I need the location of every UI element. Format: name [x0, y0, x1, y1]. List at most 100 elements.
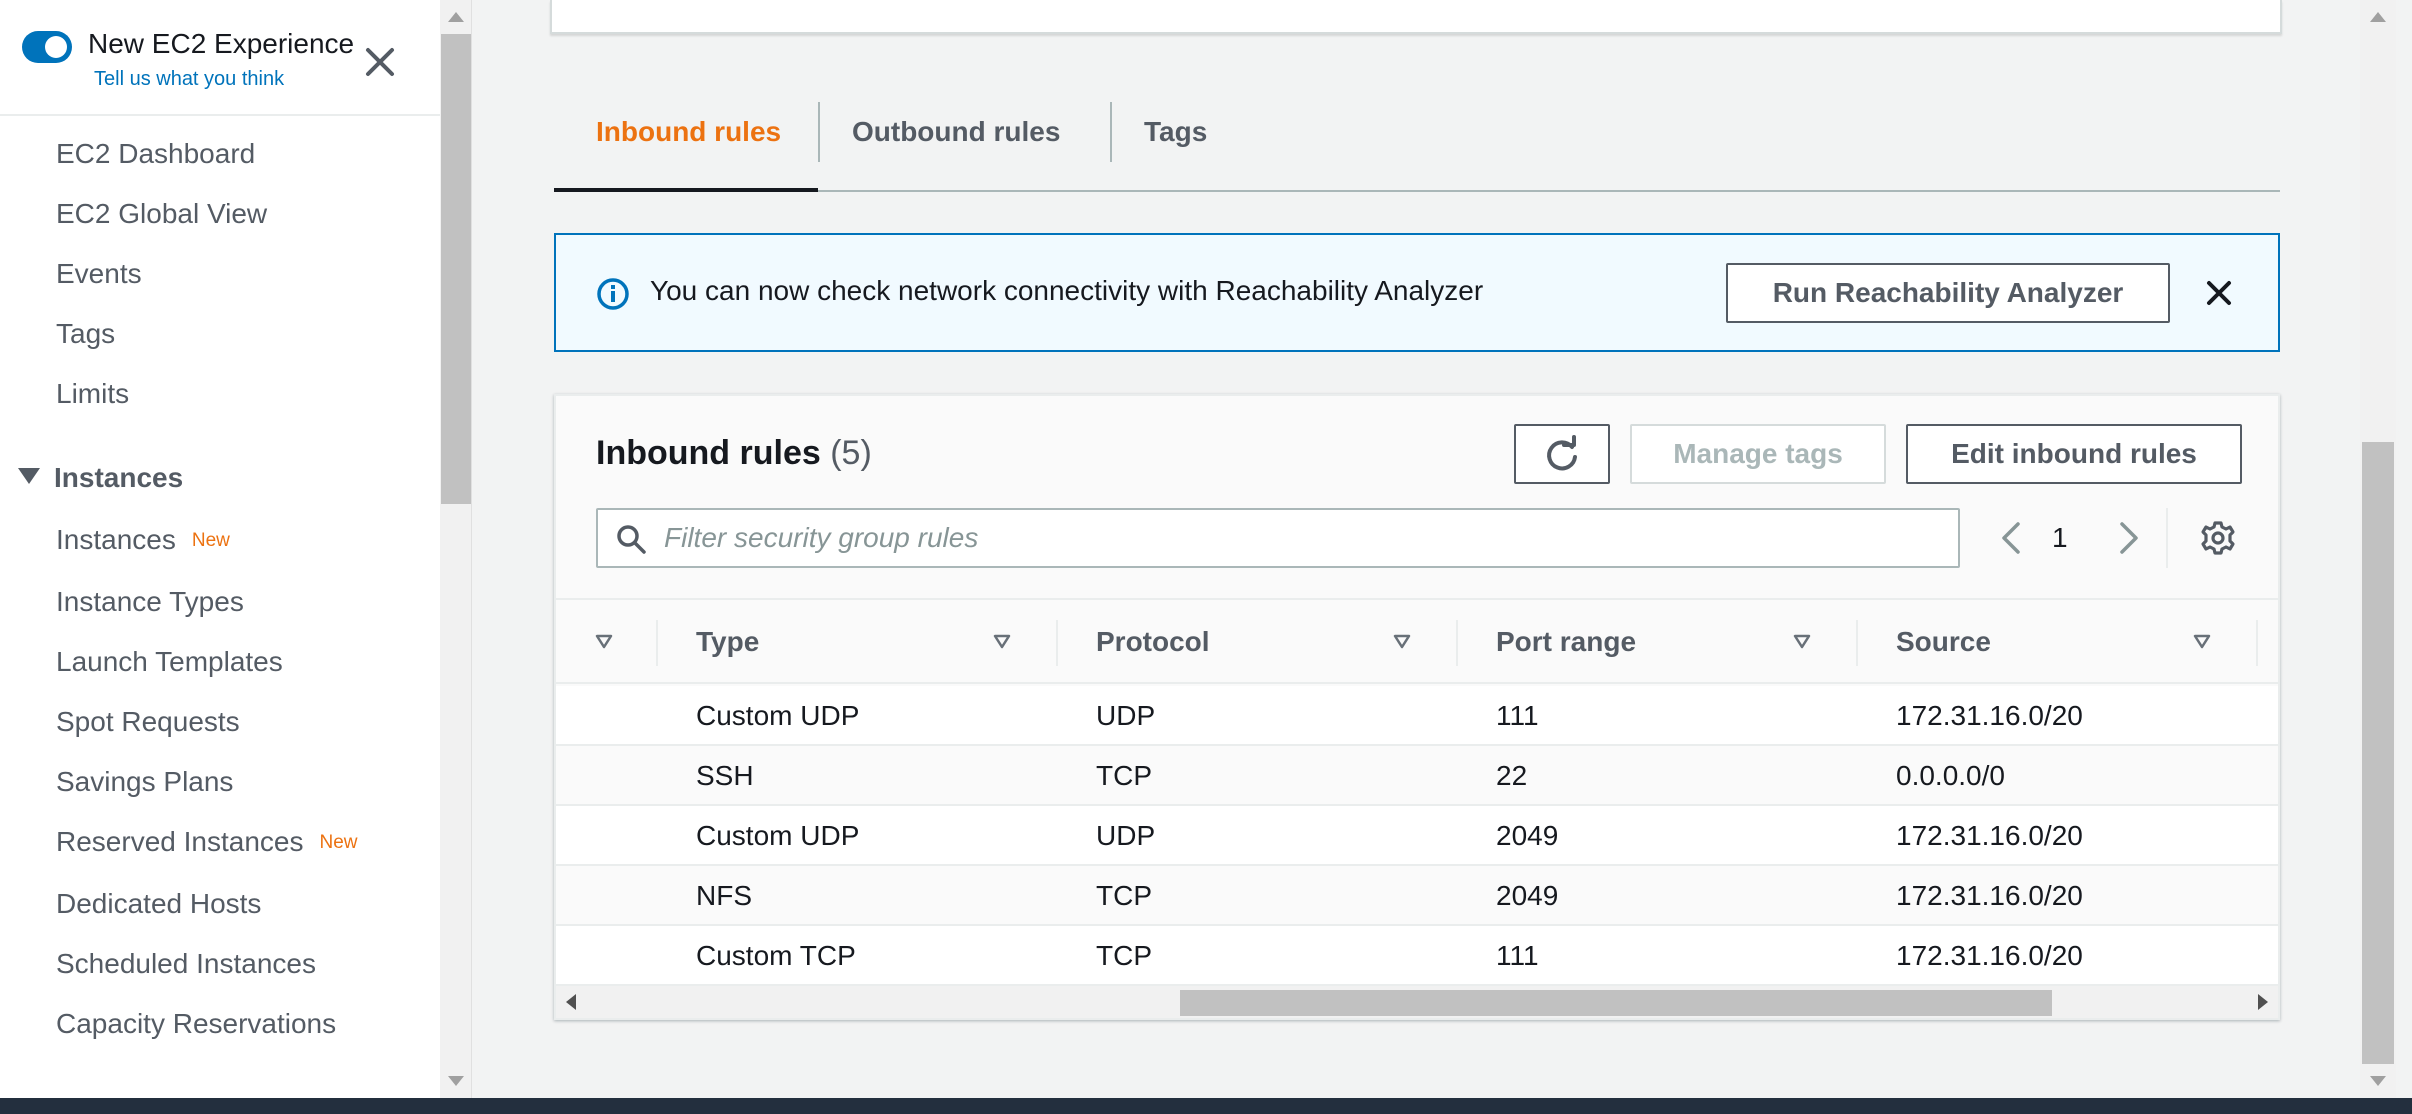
scroll-right-arrow-icon[interactable]	[2258, 994, 2268, 1010]
sort-icon[interactable]	[1792, 632, 1812, 652]
cell-port-range: 111	[1496, 940, 1539, 971]
run-reachability-analyzer-button[interactable]: Run Reachability Analyzer	[1726, 263, 2170, 323]
scroll-down-arrow-icon[interactable]	[448, 1076, 464, 1086]
pager-divider	[2166, 508, 2168, 568]
column-divider	[2256, 620, 2258, 666]
sidebar-item-ec2-dashboard[interactable]: EC2 Dashboard	[56, 138, 255, 170]
cell-protocol: TCP	[1096, 760, 1152, 791]
sidebar-item-label: Reserved Instances	[56, 826, 304, 857]
tab-inbound-rules[interactable]: Inbound rules	[554, 90, 818, 192]
sidebar-item-spot-requests[interactable]: Spot Requests	[56, 706, 240, 738]
table-row[interactable]: Custom UDP UDP 111 172.31.16.0/20	[556, 686, 2278, 746]
sidebar-item-label: Instances	[56, 524, 176, 555]
sidebar-item-tags[interactable]: Tags	[56, 318, 115, 350]
cell-protocol: UDP	[1096, 820, 1156, 851]
info-flash-banner: You can now check network connectivity w…	[554, 233, 2280, 352]
sidebar-item-instance-types[interactable]: Instance Types	[56, 586, 244, 618]
cell-port-range: 111	[1496, 700, 1539, 731]
column-header-source[interactable]: Source	[1896, 626, 1991, 658]
table-row[interactable]: Custom UDP UDP 2049 172.31.16.0/20	[556, 806, 2278, 866]
cell-port-range: 2049	[1496, 880, 1559, 911]
filter-input[interactable]	[664, 518, 1944, 558]
scroll-down-arrow-icon[interactable]	[2370, 1076, 2386, 1086]
sort-icon[interactable]	[1392, 632, 1412, 652]
new-badge: New	[319, 832, 358, 853]
edit-inbound-rules-button[interactable]: Edit inbound rules	[1906, 424, 2242, 484]
sidebar-item-launch-templates[interactable]: Launch Templates	[56, 646, 283, 678]
panel-title: Inbound rules (5)	[596, 434, 872, 473]
cell-type: Custom UDP	[696, 700, 860, 731]
table-row[interactable]: NFS TCP 2049 172.31.16.0/20	[556, 866, 2278, 926]
previous-page-icon[interactable]	[1996, 520, 2026, 556]
sidebar-scrollbar-thumb[interactable]	[441, 34, 471, 504]
sidebar-section-instances[interactable]: Instances	[18, 462, 183, 494]
cell-protocol: TCP	[1096, 940, 1152, 971]
cell-port-range: 2049	[1496, 820, 1559, 851]
table-row[interactable]: SSH TCP 22 0.0.0.0/0	[556, 746, 2278, 806]
column-header-type[interactable]: Type	[696, 626, 759, 658]
cell-type: NFS	[696, 880, 752, 911]
cell-source: 172.31.16.0/20	[1896, 940, 2083, 971]
column-divider	[656, 620, 658, 666]
feedback-link[interactable]: Tell us what you think	[94, 68, 284, 91]
sidebar-item-limits[interactable]: Limits	[56, 378, 129, 410]
search-icon	[617, 525, 646, 554]
cell-source: 172.31.16.0/20	[1896, 700, 2083, 731]
sidebar-item-events[interactable]: Events	[56, 258, 142, 290]
cell-protocol: UDP	[1096, 700, 1156, 731]
sort-icon[interactable]	[992, 632, 1012, 652]
rule-count: (5)	[830, 434, 872, 472]
column-header-port-range[interactable]: Port range	[1496, 626, 1636, 658]
cell-type: Custom UDP	[696, 820, 860, 851]
sidebar-item-reserved-instances[interactable]: Reserved Instances New	[56, 826, 357, 858]
cell-port-range: 22	[1496, 760, 1528, 791]
scroll-left-arrow-icon[interactable]	[566, 994, 576, 1010]
page-scrollbar-thumb[interactable]	[2362, 442, 2394, 1064]
column-header-protocol[interactable]: Protocol	[1096, 626, 1210, 658]
column-divider	[1456, 620, 1458, 666]
sidebar-item-capacity-reservations[interactable]: Capacity Reservations	[56, 1008, 336, 1040]
cell-source: 172.31.16.0/20	[1896, 880, 2083, 911]
cell-source: 0.0.0.0/0	[1896, 760, 2005, 791]
new-badge: New	[191, 530, 230, 551]
column-divider	[1056, 620, 1058, 666]
close-icon[interactable]	[2204, 278, 2234, 308]
sidebar-item-ec2-global-view[interactable]: EC2 Global View	[56, 198, 267, 230]
info-icon	[597, 278, 629, 310]
tab-outbound-rules[interactable]: Outbound rules	[820, 90, 1060, 192]
column-divider	[1856, 620, 1858, 666]
footer-bar	[0, 1098, 2412, 1114]
inbound-rules-panel: Inbound rules (5) Manage tags Edit inbou…	[554, 394, 2280, 1020]
sidebar-item-scheduled-instances[interactable]: Scheduled Instances	[56, 948, 316, 980]
close-icon[interactable]	[362, 44, 398, 80]
experience-title: New EC2 Experience	[88, 28, 355, 59]
scroll-up-arrow-icon[interactable]	[2370, 12, 2386, 22]
sidebar-item-dedicated-hosts[interactable]: Dedicated Hosts	[56, 888, 261, 920]
cell-type: SSH	[696, 760, 754, 791]
table-horizontal-scrollbar[interactable]	[556, 986, 2278, 1018]
sidebar-section-label: Instances	[54, 462, 184, 493]
sort-icon[interactable]	[2192, 632, 2212, 652]
table-row[interactable]: Custom TCP TCP 111 172.31.16.0/20	[556, 926, 2278, 986]
sidebar-header: New EC2 Experience Tell us what you thin…	[0, 0, 440, 116]
sidebar-item-savings-plans[interactable]: Savings Plans	[56, 766, 233, 798]
tab-tags[interactable]: Tags	[1112, 90, 1207, 192]
details-card	[550, 0, 2282, 34]
refresh-button[interactable]	[1514, 424, 1610, 484]
flash-message: You can now check network connectivity w…	[650, 275, 1484, 306]
sidebar-item-instances[interactable]: Instances New	[56, 524, 230, 556]
next-page-icon[interactable]	[2114, 520, 2144, 556]
caret-down-icon	[18, 468, 40, 484]
gear-icon[interactable]	[2200, 520, 2236, 556]
new-experience-toggle[interactable]	[22, 31, 72, 63]
table-scrollbar-thumb[interactable]	[1180, 990, 2052, 1016]
page-number[interactable]: 1	[2052, 522, 2068, 554]
cell-type: Custom TCP	[696, 940, 856, 971]
cell-source: 172.31.16.0/20	[1896, 820, 2083, 851]
filter-search-box[interactable]	[596, 508, 1960, 568]
manage-tags-button[interactable]: Manage tags	[1630, 424, 1886, 484]
tab-list: Inbound rules Outbound rules Tags	[554, 90, 2280, 192]
sort-icon[interactable]	[594, 632, 614, 652]
scroll-up-arrow-icon[interactable]	[448, 12, 464, 22]
sidebar: New EC2 Experience Tell us what you thin…	[0, 0, 440, 1098]
